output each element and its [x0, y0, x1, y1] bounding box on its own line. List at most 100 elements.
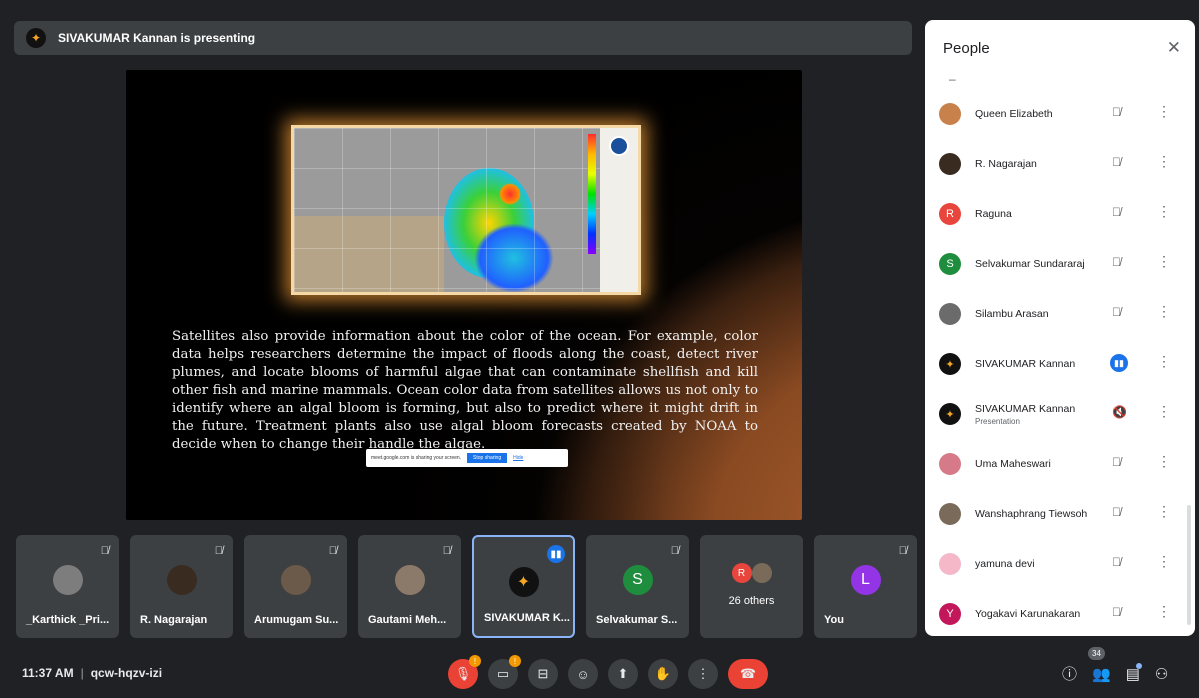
list-item[interactable]: Wanshaphrang Tiewsoh 🎙̸ ⋮: [925, 489, 1195, 539]
list-item[interactable]: ✦ SIVAKUMAR Kannan Presentation 🔇 ⋮: [925, 389, 1195, 439]
share-notice-text: meet.google.com is sharing your screen.: [371, 455, 462, 461]
avatar: ✦: [508, 567, 539, 597]
mic-toggle-button[interactable]: 🎙!: [448, 655, 481, 689]
participant-name: SIVAKUMAR K...: [484, 612, 570, 624]
screen-share-notice: meet.google.com is sharing your screen. …: [366, 449, 568, 467]
self-tile[interactable]: 🎙̸ L You: [814, 535, 917, 638]
clock: 11:37 AM: [22, 666, 74, 680]
info-icon[interactable]: ⓘ: [1062, 663, 1077, 684]
avatar: [166, 565, 197, 595]
mic-off-icon: 🎙̸: [1112, 105, 1121, 119]
avatar: [751, 563, 772, 583]
more-vert-icon[interactable]: ⋮: [1157, 453, 1171, 470]
ocean-color-map: [291, 125, 641, 295]
person-name: Wanshaphrang Tiewsoh: [975, 508, 1088, 520]
participant-tile[interactable]: 🎙̸ _Karthick _Pri...: [16, 535, 119, 638]
list-item[interactable]: S Selvakumar Sundararaj 🎙̸ ⋮: [925, 239, 1195, 289]
close-icon[interactable]: ✕: [1167, 38, 1181, 58]
noaa-logo-icon: [609, 136, 629, 156]
panel-scrollbar[interactable]: [1187, 505, 1191, 625]
participant-tile[interactable]: 🎙̸ R. Nagarajan: [130, 535, 233, 638]
more-vert-icon[interactable]: ⋮: [1157, 203, 1171, 220]
more-options-button[interactable]: ⋮: [688, 659, 718, 689]
avatar: [939, 453, 961, 475]
avatar: [939, 153, 961, 175]
more-vert-icon: ⋮: [696, 666, 710, 681]
people-button[interactable]: 34 👥: [1088, 646, 1111, 683]
warning-icon: !: [509, 655, 521, 667]
more-vert-icon[interactable]: ⋮: [1157, 553, 1171, 570]
stop-sharing-button[interactable]: Stop sharing: [467, 453, 508, 463]
participant-tile[interactable]: 🎙̸ Arumugam Su...: [244, 535, 347, 638]
warning-icon: !: [469, 655, 481, 667]
more-vert-icon[interactable]: ⋮: [1157, 153, 1171, 170]
mic-off-icon: 🎙: [454, 666, 472, 681]
mic-off-icon: 🎙̸: [670, 545, 679, 557]
meeting-code: qcw-hqzv-izi: [90, 666, 163, 680]
participant-tile[interactable]: 🎙̸ S Selvakumar S...: [586, 535, 689, 638]
presenting-label: SIVAKUMAR Kannan is presenting: [58, 31, 256, 45]
participant-tiles: 🎙̸ _Karthick _Pri... 🎙̸ R. Nagarajan 🎙̸ …: [16, 535, 917, 638]
list-item[interactable]: Y Yogakavi Karunakaran 🎙̸ ⋮: [925, 589, 1195, 636]
mic-off-icon: 🎙̸: [1112, 605, 1121, 619]
avatar: R: [731, 563, 752, 583]
people-list: Queen Elizabeth 🎙̸ ⋮ R. Nagarajan 🎙̸ ⋮ R…: [925, 89, 1195, 636]
others-tile[interactable]: R 26 others: [700, 535, 803, 638]
avatar: [52, 565, 83, 595]
avatar: L: [850, 565, 881, 595]
participant-tile-active[interactable]: ▮▮ ✦ SIVAKUMAR K...: [472, 535, 575, 638]
participant-tile[interactable]: 🎙̸ Gautami Meh...: [358, 535, 461, 638]
chat-button[interactable]: ▤: [1126, 662, 1142, 683]
hide-link[interactable]: Hide: [513, 455, 523, 461]
mic-off-icon: 🎙̸: [328, 545, 337, 557]
present-icon: ⬆: [617, 666, 629, 681]
presenting-bar: ✦ SIVAKUMAR Kannan is presenting: [14, 21, 912, 55]
mic-off-icon: 🎙̸: [1112, 155, 1121, 169]
participant-name: _Karthick _Pri...: [26, 614, 110, 626]
meeting-info: 11:37 AM | qcw-hqzv-izi: [22, 666, 163, 680]
raise-hand-button[interactable]: ✋: [648, 659, 678, 689]
hand-icon: ✋: [654, 666, 672, 681]
camera-toggle-button[interactable]: ▭!: [488, 655, 521, 689]
slide-text: Satellites also provide information abou…: [172, 329, 758, 452]
leave-call-button[interactable]: ☎: [728, 659, 768, 689]
people-panel: People ✕ – Queen Elizabeth 🎙̸ ⋮ R. Nagar…: [925, 20, 1195, 636]
more-vert-icon[interactable]: ⋮: [1157, 603, 1171, 620]
more-vert-icon[interactable]: ⋮: [1157, 253, 1171, 270]
mic-off-icon: 🎙̸: [1112, 305, 1121, 319]
list-item[interactable]: Queen Elizabeth 🎙̸ ⋮: [925, 89, 1195, 139]
participant-name: You: [824, 614, 844, 626]
more-vert-icon[interactable]: ⋮: [1157, 403, 1171, 420]
list-item[interactable]: Silambu Arasan 🎙̸ ⋮: [925, 289, 1195, 339]
avatar: [394, 565, 425, 595]
participant-name: Arumugam Su...: [254, 614, 339, 626]
list-item[interactable]: yamuna devi 🎙̸ ⋮: [925, 539, 1195, 589]
more-vert-icon[interactable]: ⋮: [1157, 353, 1171, 370]
list-item[interactable]: Uma Maheswari 🎙̸ ⋮: [925, 439, 1195, 489]
camera-off-icon: ▭: [496, 666, 510, 681]
list-item[interactable]: ✦ SIVAKUMAR Kannan ▮▮ ⋮: [925, 339, 1195, 389]
more-vert-icon[interactable]: ⋮: [1157, 503, 1171, 520]
mic-off-icon: 🎙̸: [1112, 555, 1121, 569]
phone-hangup-icon: ☎: [739, 666, 757, 681]
list-item[interactable]: R Raguna 🎙̸ ⋮: [925, 189, 1195, 239]
panel-divider: –: [949, 72, 956, 86]
emoji-button[interactable]: ☺: [568, 659, 598, 689]
more-vert-icon[interactable]: ⋮: [1157, 103, 1171, 120]
captions-icon: ⊟: [537, 666, 549, 681]
person-name: yamuna devi: [975, 558, 1035, 570]
participant-name: Selvakumar S...: [596, 614, 678, 626]
mic-off-icon: 🎙̸: [100, 545, 109, 557]
activities-icon[interactable]: ⚇: [1155, 665, 1168, 683]
presentation-audio-off-icon: 🔇: [1112, 405, 1127, 419]
person-name: Queen Elizabeth: [975, 108, 1053, 120]
mic-off-icon: 🎙̸: [214, 545, 223, 557]
present-button[interactable]: ⬆: [608, 659, 638, 689]
more-vert-icon[interactable]: ⋮: [1157, 303, 1171, 320]
captions-button[interactable]: ⊟: [528, 659, 558, 689]
panel-title: People: [943, 40, 990, 57]
control-bar: 11:37 AM | qcw-hqzv-izi 🎙! ▭! ⊟ ☺ ⬆ ✋ ⋮ ☎ …: [0, 646, 1199, 698]
participant-name: R. Nagarajan: [140, 614, 208, 626]
list-item[interactable]: R. Nagarajan 🎙̸ ⋮: [925, 139, 1195, 189]
mic-off-icon: 🎙̸: [1112, 505, 1121, 519]
